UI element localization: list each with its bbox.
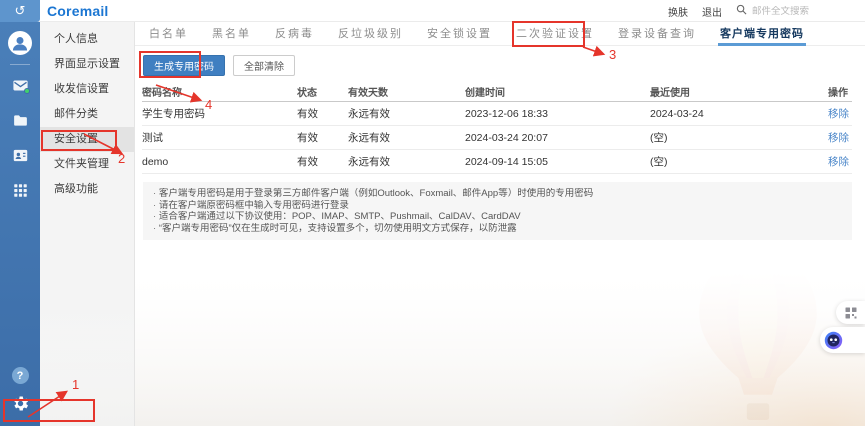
annotation-step-number: 2 (118, 151, 125, 166)
status: 有效 (297, 106, 348, 121)
annotation-step-number: 3 (609, 47, 616, 62)
search-icon (736, 2, 747, 20)
help-icon[interactable] (12, 367, 29, 384)
note-line: “客户端专用密码”仅在生成时可见，支持设置多个，切勿使用明文方式保存，以防泄露 (153, 223, 842, 235)
col-status: 状态 (297, 84, 348, 99)
tab-whitelist[interactable]: 白名单 (149, 22, 188, 46)
last-used: (空) (650, 154, 828, 169)
rail-divider (10, 64, 30, 65)
col-password-name: 密码名称 (142, 84, 297, 99)
remove-link[interactable]: 移除 (828, 154, 852, 169)
sidebar-item-security-settings[interactable]: 安全设置 (40, 127, 134, 152)
apps-grid-icon[interactable] (9, 179, 31, 201)
mail-icon[interactable] (9, 74, 31, 96)
tab-client-password[interactable]: 客户端专用密码 (720, 22, 804, 46)
app-rail (0, 22, 40, 426)
status: 有效 (297, 154, 348, 169)
created-time: 2023-12-06 18:33 (465, 108, 650, 120)
qr-code-button[interactable] (836, 301, 865, 324)
main-content: 白名单 黑名单 反病毒 反垃圾级别 安全锁设置 二次验证设置 登录设备查询 客户… (135, 22, 865, 426)
unread-dot (24, 88, 30, 94)
ai-assistant-button[interactable] (820, 327, 865, 353)
contacts-icon[interactable] (9, 144, 31, 166)
coremail-logo: Coremail (47, 3, 109, 19)
back-icon[interactable]: ↺ (0, 0, 40, 22)
annotation-step-number: 1 (72, 377, 79, 392)
sidebar-item-display-settings[interactable]: 界面显示设置 (40, 52, 134, 77)
logout-link[interactable]: 退出 (702, 4, 722, 19)
folder-icon[interactable] (9, 109, 31, 131)
password-name: 学生专用密码 (142, 106, 297, 121)
valid-days: 永远有效 (348, 130, 465, 145)
remove-link[interactable]: 移除 (828, 106, 852, 121)
robot-face-icon (824, 331, 843, 350)
last-used: (空) (650, 130, 828, 145)
table-header-row: 密码名称 状态 有效天数 创建时间 最近使用 操作 (142, 82, 852, 102)
search-input[interactable] (752, 6, 837, 17)
rail-bottom (11, 367, 30, 426)
remove-link[interactable]: 移除 (828, 130, 852, 145)
sidebar-item-send-receive[interactable]: 收发信设置 (40, 77, 134, 102)
note-line: 适合客户端通过以下协议使用：POP、IMAP、SMTP、Pushmail、Cal… (153, 211, 842, 223)
security-tabs: 白名单 黑名单 反病毒 反垃圾级别 安全锁设置 二次验证设置 登录设备查询 客户… (135, 22, 865, 46)
col-created-time: 创建时间 (465, 84, 650, 99)
col-last-used: 最近使用 (650, 84, 828, 99)
valid-days: 永远有效 (348, 106, 465, 121)
tab-security-lock[interactable]: 安全锁设置 (427, 22, 492, 46)
created-time: 2024-03-24 20:07 (465, 132, 650, 144)
col-valid-days: 有效天数 (348, 84, 465, 99)
table-row: 学生专用密码 有效 永远有效 2023-12-06 18:33 2024-03-… (142, 102, 852, 126)
password-table: 密码名称 状态 有效天数 创建时间 最近使用 操作 学生专用密码 有效 永远有效… (142, 82, 852, 174)
tab-antispam-level[interactable]: 反垃圾级别 (338, 22, 403, 46)
annotation-step-number: 4 (205, 97, 212, 112)
top-bar: ↺ Coremail 换肤 退出 (0, 0, 865, 22)
table-row: 测试 有效 永远有效 2024-03-24 20:07 (空) 移除 (142, 126, 852, 150)
tab-login-devices[interactable]: 登录设备查询 (618, 22, 696, 46)
password-name: demo (142, 156, 297, 168)
last-used: 2024-03-24 (650, 108, 828, 120)
valid-days: 永远有效 (348, 154, 465, 169)
tab-antivirus[interactable]: 反病毒 (275, 22, 314, 46)
sidebar-item-advanced[interactable]: 高级功能 (40, 177, 134, 202)
created-time: 2024-09-14 15:05 (465, 156, 650, 168)
note-line: 客户端专用密码是用于登录第三方邮件客户端（例如Outlook、Foxmail、邮… (153, 188, 842, 200)
col-action: 操作 (828, 84, 852, 99)
search-box[interactable] (736, 2, 837, 20)
settings-sidebar: 个人信息 界面显示设置 收发信设置 邮件分类 安全设置 文件夹管理 高级功能 (40, 22, 135, 426)
avatar[interactable] (8, 31, 32, 55)
tab-blacklist[interactable]: 黑名单 (212, 22, 251, 46)
clear-all-button[interactable]: 全部清除 (233, 55, 295, 76)
table-row: demo 有效 永远有效 2024-09-14 15:05 (空) 移除 (142, 150, 852, 174)
change-skin-link[interactable]: 换肤 (668, 4, 688, 19)
password-name: 测试 (142, 130, 297, 145)
settings-gear-icon[interactable] (11, 394, 30, 418)
topbar-actions: 换肤 退出 (668, 0, 837, 22)
password-help-notes: 客户端专用密码是用于登录第三方邮件客户端（例如Outlook、Foxmail、邮… (143, 182, 852, 240)
generate-password-button[interactable]: 生成专用密码 (143, 55, 225, 76)
sidebar-item-mail-category[interactable]: 邮件分类 (40, 102, 134, 127)
note-line: 请在客户端原密码框中输入专用密码进行登录 (153, 200, 842, 212)
password-toolbar: 生成专用密码 全部清除 (143, 55, 295, 76)
tab-two-factor[interactable]: 二次验证设置 (516, 22, 594, 46)
qr-code-icon (845, 307, 857, 319)
sidebar-item-personal-info[interactable]: 个人信息 (40, 27, 134, 52)
status: 有效 (297, 130, 348, 145)
